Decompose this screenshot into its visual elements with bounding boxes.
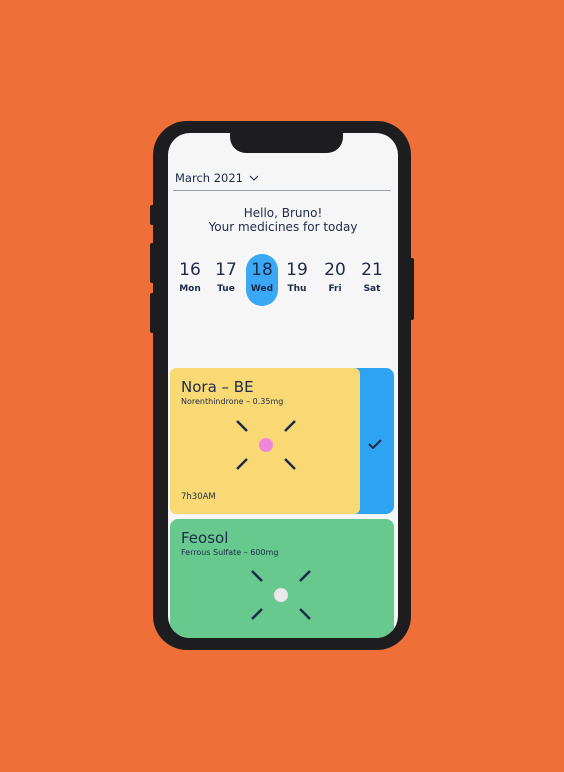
- day-number: 17: [215, 260, 237, 280]
- medicine-name: Feosol: [181, 529, 229, 547]
- pill: [259, 438, 273, 452]
- volume-up-button: [150, 243, 154, 283]
- day-wed-selected[interactable]: 18 Wed: [246, 254, 278, 306]
- day-name: Tue: [217, 284, 235, 294]
- day-tue[interactable]: 17 Tue: [210, 254, 242, 306]
- day-name: Sat: [363, 284, 381, 294]
- medicine-card[interactable]: Nora – BE Norenthindrone – 0.35mg 7h30AM: [170, 368, 360, 514]
- month-selector[interactable]: March 2021: [175, 171, 259, 185]
- day-number: 21: [361, 260, 383, 280]
- day-name: Thu: [287, 284, 307, 294]
- checkmark-icon: [368, 434, 382, 453]
- chevron-down-icon: [249, 175, 259, 181]
- header-divider: [173, 190, 391, 191]
- medicine-card[interactable]: Feosol Ferrous Sulfate – 600mg: [170, 519, 394, 638]
- day-fri[interactable]: 20 Fri: [319, 254, 351, 306]
- month-label: March 2021: [175, 171, 243, 185]
- day-thu[interactable]: 19 Thu: [281, 254, 313, 306]
- day-name: Fri: [328, 284, 342, 294]
- day-number: 16: [179, 260, 201, 280]
- day-number: 19: [286, 260, 308, 280]
- day-number: 20: [324, 260, 346, 280]
- greeting-subtitle: Your medicines for today: [208, 220, 358, 234]
- day-name: Wed: [250, 284, 274, 294]
- pill: [273, 587, 289, 603]
- power-button: [410, 258, 414, 320]
- medicine-dose: Norenthindrone – 0.35mg: [181, 397, 284, 406]
- day-selector: 16 Mon 17 Tue 18 Wed 19 Thu 20 Fri 21 Sa…: [174, 254, 392, 306]
- day-sat[interactable]: 21 Sat: [356, 254, 388, 306]
- greeting: Hello, Bruno! Your medicines for today: [168, 206, 398, 234]
- pill-illustration: [251, 570, 311, 620]
- day-name: Mon: [179, 284, 201, 294]
- volume-down-button: [150, 293, 154, 333]
- pill-illustration: [236, 420, 296, 470]
- medicine-dose: Ferrous Sulfate – 600mg: [181, 548, 279, 557]
- greeting-title: Hello, Bruno!: [243, 206, 323, 220]
- medicine-name: Nora – BE: [181, 378, 254, 396]
- app-screen: March 2021 Hello, Bruno! Your medicines …: [168, 133, 398, 638]
- medicine-time: 7h30AM: [181, 492, 216, 502]
- day-mon[interactable]: 16 Mon: [174, 254, 206, 306]
- notch: [230, 133, 343, 153]
- silent-switch: [150, 205, 154, 225]
- day-number: 18: [251, 260, 273, 280]
